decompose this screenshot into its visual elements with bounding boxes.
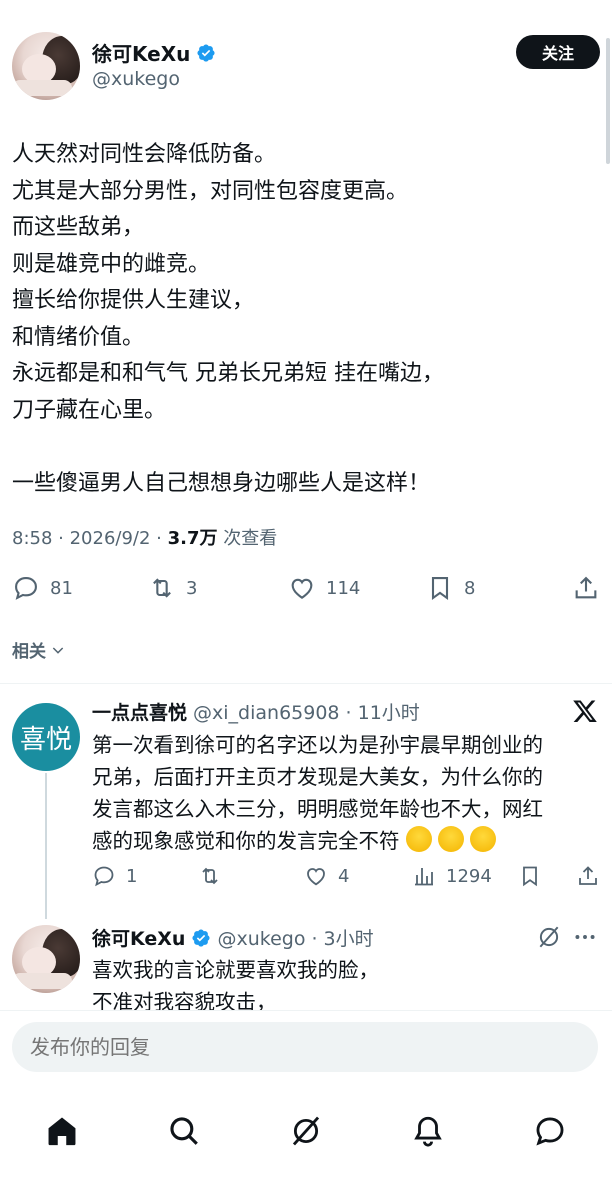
reply1-bookmark-button[interactable] xyxy=(518,864,542,888)
messages-icon xyxy=(536,1117,564,1146)
reply-count: 81 xyxy=(50,577,73,599)
reply1-actions: 1 4 1294 xyxy=(92,862,600,892)
repost-icon xyxy=(153,578,171,598)
reply1-views-button[interactable]: 1294 xyxy=(412,864,492,888)
views-count: 3.7万 xyxy=(167,528,218,549)
author-handle[interactable]: @xukego xyxy=(92,68,180,90)
reply1-text: 第一次看到徐可的名字还以为是孙宇晨早期创业的 兄弟，后面打开主页才发现是大美女，… xyxy=(92,729,600,857)
verified-icon xyxy=(197,43,215,62)
nav-grok[interactable] xyxy=(274,1099,338,1163)
reply1-text-line-last: 感的现象感觉和你的发言完全不符 xyxy=(92,825,600,857)
reply-input[interactable] xyxy=(12,1022,598,1072)
views-label: 次查看 xyxy=(217,528,278,549)
reply-icon xyxy=(94,866,114,887)
bookmark-count: 8 xyxy=(464,577,476,599)
divider xyxy=(0,683,612,684)
grok-icon[interactable] xyxy=(536,924,562,950)
bookmark-button[interactable]: 8 xyxy=(426,574,475,602)
author-avatar[interactable] xyxy=(12,32,80,100)
post-text: 人天然对同性会降低防备。 尤其是大部分男性，对同性包容度更高。 而这些敌弟， 则… xyxy=(12,137,592,502)
bottom-nav xyxy=(0,1084,612,1199)
post-text-line xyxy=(12,429,592,466)
search-icon xyxy=(170,1117,198,1145)
post-text-line: 擅长给你提供人生建议， xyxy=(12,288,255,313)
repost-count: 3 xyxy=(186,577,198,599)
scrollbar[interactable] xyxy=(606,38,610,164)
reply-button[interactable]: 81 xyxy=(12,574,73,602)
notifications-icon xyxy=(414,1116,442,1147)
reply2-avatar[interactable] xyxy=(12,925,80,993)
related-toggle[interactable]: 相关 xyxy=(12,637,66,662)
reply1-avatar[interactable]: 喜悦 xyxy=(12,703,80,771)
post-meta: 8:58 · 2026/9/2 · 3.7万 次查看 xyxy=(12,524,277,550)
reply1-text-line: 兄弟，后面打开主页才发现是大美女，为什么你的 xyxy=(92,765,543,789)
laughing-emoji-icon xyxy=(405,826,432,852)
reply1-text-end: 感的现象感觉和你的发言完全不符 xyxy=(92,829,400,853)
share-icon xyxy=(575,576,597,599)
reply1-reply-count: 1 xyxy=(126,865,138,887)
bookmark-icon xyxy=(523,866,537,887)
reply2-text: 喜欢我的言论就要喜欢我的脸， 不准对我容貌攻击， xyxy=(92,954,600,1018)
repost-icon xyxy=(202,867,218,885)
reply1-text-line: 第一次看到徐可的名字还以为是孙宇晨早期创业的 xyxy=(92,733,543,757)
reply1-text-line: 发言都这么入木三分，明明感觉年龄也不大，网红 xyxy=(92,797,543,821)
share-button[interactable] xyxy=(572,574,600,602)
chevron-down-icon xyxy=(52,646,64,654)
related-label: 相关 xyxy=(12,642,46,662)
nav-messages[interactable] xyxy=(518,1099,582,1163)
post-text-line: 和情绪价值。 xyxy=(12,324,145,350)
more-icon[interactable] xyxy=(572,924,598,950)
compose-bar xyxy=(0,1010,612,1084)
reply-icon xyxy=(15,577,37,600)
post-text-line: 人天然对同性会降低防备。 xyxy=(12,142,277,167)
reply2-handle-time[interactable]: @xukego · 3小时 xyxy=(217,924,373,951)
verified-icon xyxy=(192,928,210,947)
post-text-line: 一些傻逼男人自己想想身边哪些人是这样！ xyxy=(12,470,431,496)
author-name-row: 徐可KeXu xyxy=(92,38,216,67)
reply1-share-button[interactable] xyxy=(576,864,600,888)
thread-line xyxy=(45,773,47,919)
laughing-emoji-icon xyxy=(437,826,464,852)
reply2-text-line: 喜欢我的言论就要喜欢我的脸， xyxy=(92,958,379,982)
post-text-line: 则是雄竞中的雌竞。 xyxy=(12,251,211,277)
top-edge xyxy=(0,0,612,8)
reply1-display-name[interactable]: 一点点喜悦 xyxy=(92,698,187,725)
post-header: 徐可KeXu @xukego 关注 xyxy=(12,32,600,104)
post-text-line: 尤其是大部分男性，对同性包容度更高。 xyxy=(12,178,409,204)
views-icon xyxy=(415,868,433,886)
home-icon xyxy=(48,1117,76,1146)
x-logo-icon xyxy=(573,700,597,722)
like-icon xyxy=(307,868,325,886)
like-button[interactable]: 114 xyxy=(288,574,360,602)
nav-home[interactable] xyxy=(30,1099,94,1163)
reply1-repost-button[interactable] xyxy=(198,864,222,888)
reply1-header: 一点点喜悦 @xi_dian65908 · 11小时 xyxy=(92,698,420,725)
reply1-like-button[interactable]: 4 xyxy=(304,864,349,888)
post-text-line: 刀子藏在心里。 xyxy=(12,397,167,423)
follow-button[interactable]: 关注 xyxy=(516,35,600,69)
post-text-line: 而这些敌弟， xyxy=(12,215,145,240)
reply1-handle-time[interactable]: @xi_dian65908 · 11小时 xyxy=(193,698,420,725)
bookmark-icon xyxy=(431,577,449,600)
post-actions: 81 3 114 8 xyxy=(12,572,600,606)
laughing-emoji-icon xyxy=(469,826,496,852)
share-icon xyxy=(579,866,597,885)
reply2-display-name[interactable]: 徐可KeXu xyxy=(92,924,185,951)
reply2-header: 徐可KeXu @xukego · 3小时 xyxy=(92,924,374,951)
post-text-line: 永远都是和和气气 兄弟长兄弟短 挂在嘴边， xyxy=(12,361,444,386)
nav-notifications[interactable] xyxy=(396,1099,460,1163)
reply1-views-count: 1294 xyxy=(446,865,492,887)
reply1-reply-button[interactable]: 1 xyxy=(92,864,137,888)
reply1-like-count: 4 xyxy=(338,865,350,887)
post-timestamp[interactable]: 8:58 · 2026/9/2 · xyxy=(12,528,168,549)
grok-icon xyxy=(292,1116,320,1146)
repost-button[interactable]: 3 xyxy=(148,574,197,602)
nav-search[interactable] xyxy=(152,1099,216,1163)
like-icon xyxy=(291,578,313,599)
like-count: 114 xyxy=(326,577,361,599)
author-display-name[interactable]: 徐可KeXu xyxy=(92,38,190,67)
